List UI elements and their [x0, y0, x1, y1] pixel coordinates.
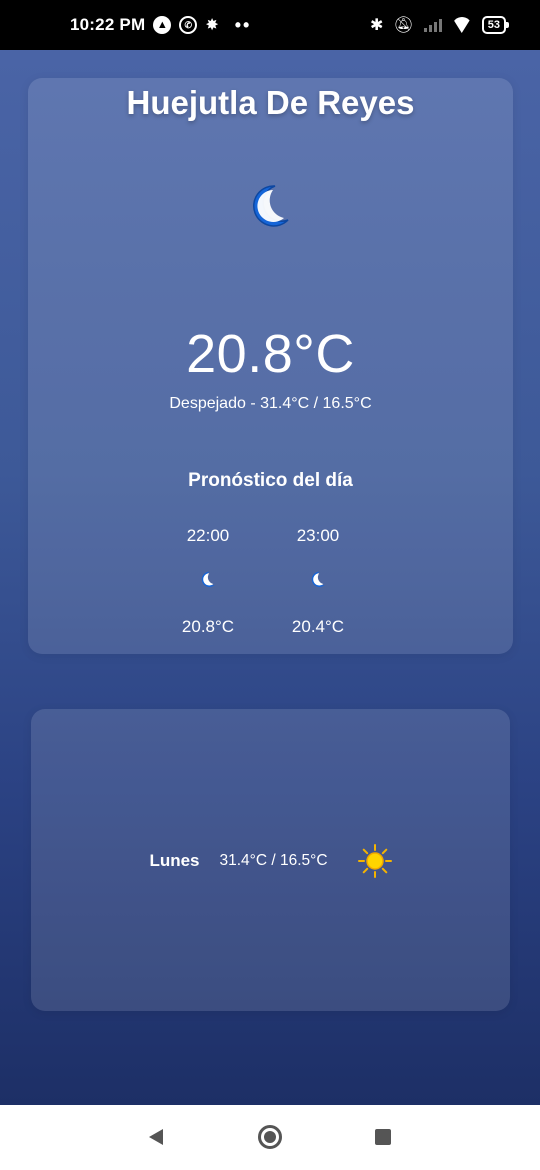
forecast-hour-temp: 20.4°C	[291, 617, 345, 636]
forecast-hour-time: 22:00	[186, 526, 230, 545]
bug-icon: ✸	[205, 17, 219, 34]
current-temperature: 20.8°C	[186, 324, 355, 384]
current-weather-card: Huejutla De Reyes 20.8°C Despejado - 31.…	[28, 78, 513, 654]
wifi-icon	[452, 17, 472, 33]
mute-icon: 🔕︎	[393, 17, 414, 34]
home-icon	[258, 1125, 282, 1149]
city-name: Huejutla De Reyes	[126, 84, 415, 121]
day-temp-range: 31.4°C / 16.5°C	[219, 852, 328, 869]
recents-icon	[375, 1129, 391, 1145]
day-row[interactable]: Lunes 31.4°C / 16.5°C	[31, 844, 510, 878]
forecast-hour-temp: 20.8°C	[181, 617, 235, 636]
moon-icon	[253, 185, 289, 227]
home-button[interactable]	[258, 1125, 282, 1149]
sun-icon	[357, 844, 392, 878]
main-content: Huejutla De Reyes 20.8°C Despejado - 31.…	[0, 50, 540, 1105]
recents-button[interactable]	[371, 1125, 395, 1149]
weather-description: Despejado - 31.4°C / 16.5°C	[169, 395, 372, 412]
day-name: Lunes	[149, 851, 200, 870]
more-notifications-icon: ••	[234, 14, 252, 35]
autonavi-icon: ▲	[153, 16, 172, 34]
weekly-forecast-card: Lunes 31.4°C / 16.5°C	[31, 709, 510, 1011]
back-icon	[149, 1129, 163, 1145]
bluetooth-icon: ✱	[370, 17, 384, 34]
back-button[interactable]	[144, 1125, 168, 1149]
moon-icon	[311, 571, 325, 587]
moon-icon	[201, 571, 215, 587]
status-bar: 10:22 PM ▲ ✆ ✸ •• ✱ 🔕︎ 53	[0, 0, 540, 50]
forecast-hour-time: 23:00	[296, 526, 340, 545]
navigation-bar	[0, 1105, 540, 1170]
status-left: 10:22 PM ▲ ✆ ✸ ••	[70, 15, 251, 36]
forecast-hour: 22:00 20.8°C	[163, 526, 253, 637]
forecast-hour: 23:00 20.4°C	[273, 526, 363, 637]
status-time: 10:22 PM	[70, 15, 146, 34]
signal-icon	[423, 18, 442, 32]
whatsapp-icon: ✆	[179, 16, 198, 34]
status-right: ✱ 🔕︎ 53	[370, 15, 510, 35]
forecast-title: Pronóstico del día	[188, 470, 353, 491]
battery-icon: 53	[481, 16, 510, 34]
